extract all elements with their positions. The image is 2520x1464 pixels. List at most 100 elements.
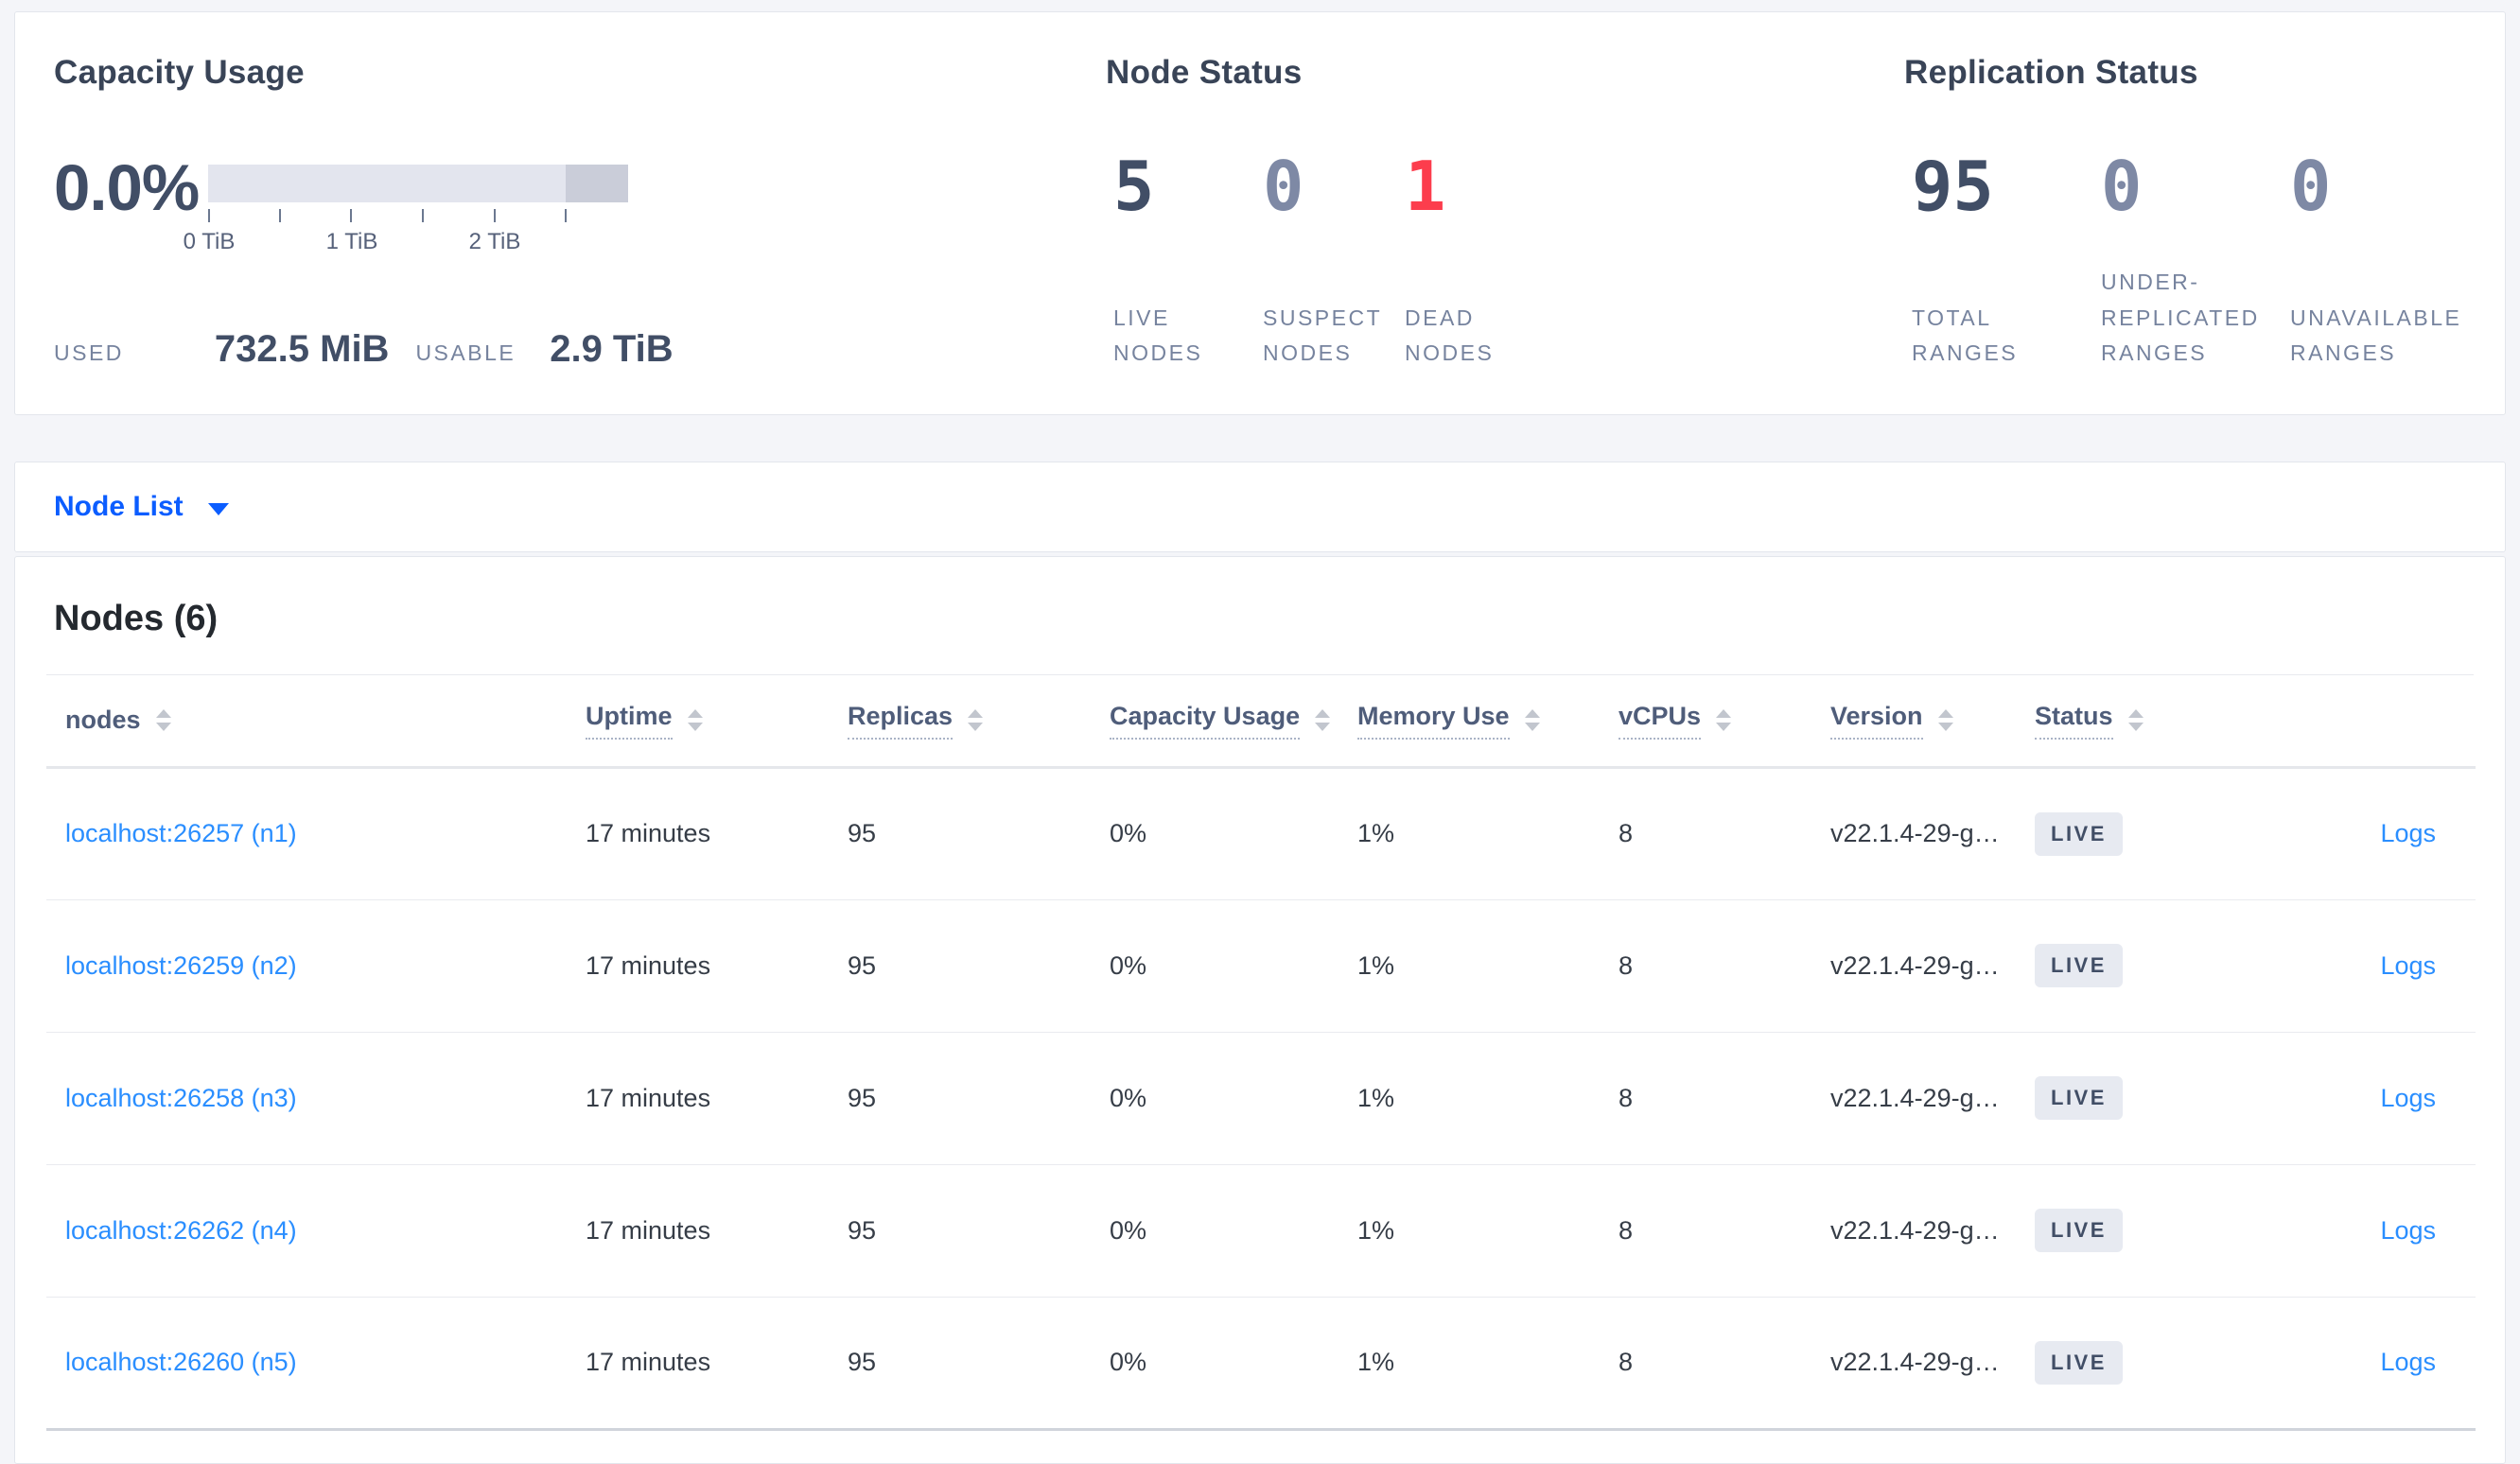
memory-cell: 1% — [1357, 1032, 1619, 1165]
column-header-vcpus[interactable]: vCPUs — [1619, 702, 1732, 740]
replicas-cell: 95 — [848, 767, 1110, 900]
gauge-tick-label: 0 TiB — [183, 229, 236, 254]
node-link[interactable]: localhost:26258 (n3) — [65, 1084, 297, 1112]
uptime-cell: 17 minutes — [586, 1164, 848, 1298]
gauge-tick — [565, 209, 567, 222]
status-badge: LIVE — [2035, 811, 2123, 856]
gauge-tick — [208, 209, 210, 222]
sort-icon — [968, 709, 984, 732]
sort-icon — [1716, 709, 1732, 732]
sort-icon — [1937, 709, 1953, 732]
nodes-panel: Nodes (6) nodes Uptime Replicas Capacity… — [14, 556, 2506, 1464]
replicas-cell: 95 — [848, 1032, 1110, 1165]
node-link[interactable]: localhost:26259 (n2) — [65, 951, 297, 980]
capacity-cell: 0% — [1110, 767, 1357, 900]
under-replicated-ranges-count: 0 — [2101, 147, 2143, 226]
table-row: localhost:26259 (n2) 17 minutes 95 0% 1%… — [46, 899, 2476, 1033]
table-row: localhost:26258 (n3) 17 minutes 95 0% 1%… — [46, 1032, 2476, 1165]
table-header-row: nodes Uptime Replicas Capacity Usage Mem… — [46, 675, 2476, 769]
capacity-cell: 0% — [1110, 1164, 1357, 1298]
unavailable-ranges-count: 0 — [2290, 147, 2332, 226]
node-link[interactable]: localhost:26262 (n4) — [65, 1216, 297, 1245]
sort-icon — [1315, 709, 1331, 732]
live-nodes-label: LIVE NODES — [1113, 305, 1203, 365]
used-label: USED — [54, 340, 124, 365]
uptime-cell: 17 minutes — [586, 1297, 848, 1431]
capacity-usage-title: Capacity Usage — [54, 54, 305, 91]
vcpus-cell: 8 — [1619, 1032, 1830, 1165]
replicas-cell: 95 — [848, 899, 1110, 1033]
version-cell: v22.1.4-29-g… — [1830, 767, 2035, 900]
dead-nodes-count: 1 — [1405, 147, 1446, 226]
replicas-cell: 95 — [848, 1164, 1110, 1298]
version-cell: v22.1.4-29-g… — [1830, 1297, 2035, 1431]
gauge-tick — [350, 209, 352, 222]
sort-icon — [155, 709, 171, 732]
vcpus-cell: 8 — [1619, 767, 1830, 900]
table-row: localhost:26260 (n5) 17 minutes 95 0% 1%… — [46, 1297, 2476, 1431]
column-header-replicas[interactable]: Replicas — [848, 702, 984, 740]
capacity-usage-section: Capacity Usage 0.0% 0 TiB 1 TiB 2 TiB US… — [54, 12, 1047, 414]
logs-link[interactable]: Logs — [2380, 1348, 2436, 1376]
cluster-summary-panel: Capacity Usage 0.0% 0 TiB 1 TiB 2 TiB US… — [14, 11, 2506, 415]
gauge-tick-label: 1 TiB — [325, 229, 378, 254]
capacity-cell: 0% — [1110, 899, 1357, 1033]
capacity-gauge-track-end — [566, 165, 628, 202]
gauge-tick — [422, 209, 424, 222]
column-header-nodes[interactable]: nodes — [65, 706, 171, 735]
vcpus-cell: 8 — [1619, 1297, 1830, 1431]
column-header-memory-use[interactable]: Memory Use — [1357, 702, 1540, 740]
capacity-used-percent: 0.0% — [54, 151, 200, 224]
replication-status-title: Replication Status — [1904, 54, 2198, 91]
total-ranges-label: TOTAL RANGES — [1912, 305, 2019, 365]
uptime-cell: 17 minutes — [586, 899, 848, 1033]
replication-status-section: Replication Status 95 0 0 TOTAL RANGES U… — [1904, 12, 2510, 414]
memory-cell: 1% — [1357, 1164, 1619, 1298]
column-header-status[interactable]: Status — [2035, 702, 2144, 740]
column-header-uptime[interactable]: Uptime — [586, 702, 703, 740]
node-list-dropdown-label: Node List — [54, 491, 184, 522]
gauge-tick-label: 2 TiB — [468, 229, 521, 254]
vcpus-cell: 8 — [1619, 899, 1830, 1033]
column-header-version[interactable]: Version — [1830, 702, 1953, 740]
suspect-nodes-count: 0 — [1263, 147, 1304, 226]
usable-value: 2.9 TiB — [550, 328, 674, 370]
logs-link[interactable]: Logs — [2380, 1216, 2436, 1245]
table-row: localhost:26257 (n1) 17 minutes 95 0% 1%… — [46, 767, 2476, 900]
dead-nodes-label: DEAD NODES — [1405, 305, 1495, 365]
capacity-cell: 0% — [1110, 1297, 1357, 1431]
used-value: 732.5 MiB — [214, 328, 390, 370]
capacity-legend: USED 732.5 MiB USABLE 2.9 TiB — [54, 328, 674, 371]
memory-cell: 1% — [1357, 1297, 1619, 1431]
vcpus-cell: 8 — [1619, 1164, 1830, 1298]
gauge-tick — [494, 209, 496, 222]
under-replicated-ranges-label: UNDER-REPLICATED RANGES — [2101, 270, 2260, 365]
unavailable-ranges-label: UNAVAILABLE RANGES — [2290, 305, 2462, 365]
node-list-bar: Node List — [14, 462, 2506, 552]
live-nodes-count: 5 — [1113, 147, 1155, 226]
suspect-nodes-label: SUSPECT NODES — [1263, 305, 1382, 365]
node-list-dropdown[interactable]: Node List — [54, 462, 229, 551]
node-link[interactable]: localhost:26260 (n5) — [65, 1348, 297, 1376]
logs-link[interactable]: Logs — [2380, 951, 2436, 980]
capacity-gauge-track — [208, 165, 628, 202]
version-cell: v22.1.4-29-g… — [1830, 899, 2035, 1033]
column-header-capacity-usage[interactable]: Capacity Usage — [1110, 702, 1331, 740]
table-row: localhost:26262 (n4) 17 minutes 95 0% 1%… — [46, 1164, 2476, 1298]
node-link[interactable]: localhost:26257 (n1) — [65, 819, 297, 847]
replicas-cell: 95 — [848, 1297, 1110, 1431]
sort-icon — [1524, 709, 1540, 732]
logs-link[interactable]: Logs — [2380, 1084, 2436, 1112]
capacity-gauge: 0 TiB 1 TiB 2 TiB — [184, 165, 628, 269]
status-badge: LIVE — [2035, 944, 2123, 987]
status-badge: LIVE — [2035, 1340, 2123, 1385]
memory-cell: 1% — [1357, 899, 1619, 1033]
column-header-logs — [2252, 675, 2476, 769]
total-ranges-count: 95 — [1912, 147, 1994, 226]
capacity-cell: 0% — [1110, 1032, 1357, 1165]
memory-cell: 1% — [1357, 767, 1619, 900]
node-status-section: Node Status 5 0 1 LIVE NODES SUSPECT NOD… — [1106, 12, 1825, 414]
nodes-heading: Nodes (6) — [46, 557, 2474, 675]
logs-link[interactable]: Logs — [2380, 819, 2436, 847]
usable-label: USABLE — [415, 340, 516, 365]
